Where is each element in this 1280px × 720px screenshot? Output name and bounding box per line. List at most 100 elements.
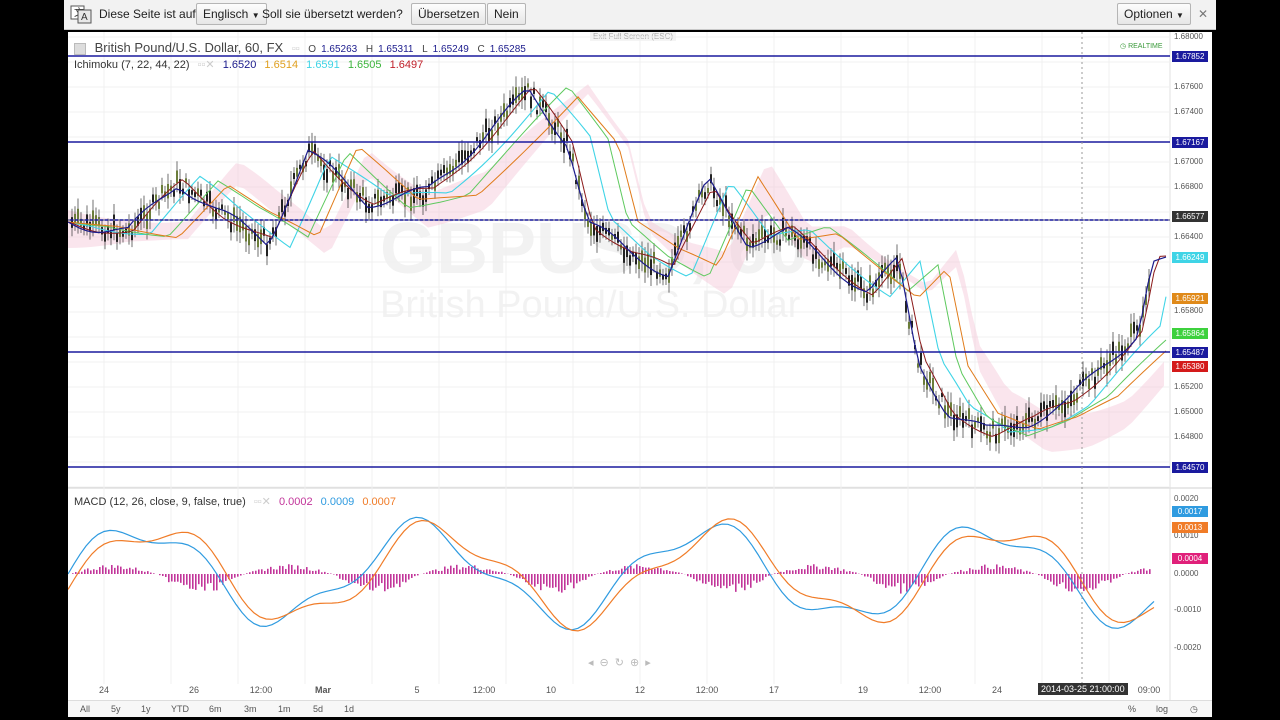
candle-body	[410, 196, 412, 211]
macd-histogram-bar	[1059, 574, 1061, 584]
range-1y-button[interactable]: 1y	[141, 704, 151, 714]
range-ytd-button[interactable]: YTD	[171, 704, 189, 714]
macd-histogram-bar	[981, 565, 983, 574]
macd-histogram-bar	[1110, 574, 1112, 583]
candle-body	[989, 431, 991, 443]
macd-histogram-bar	[882, 574, 884, 585]
time-tick: 26	[188, 685, 200, 695]
level-label[interactable]: 1.64570	[1172, 462, 1208, 473]
candle-body	[485, 118, 487, 133]
options-button[interactable]: Optionen ▼	[1117, 3, 1191, 25]
zoom-out-icon[interactable]: ⊖	[600, 657, 615, 669]
macd-histogram-bar	[504, 573, 506, 574]
macd-histogram-bar	[474, 565, 476, 574]
macd-histogram-bar	[552, 574, 554, 588]
candle-body	[476, 137, 478, 142]
macd-histogram-bar	[726, 574, 728, 589]
reset-icon[interactable]: ↻	[615, 657, 630, 669]
macd-histogram-bar	[1014, 567, 1016, 574]
range-3m-button[interactable]: 3m	[244, 704, 257, 714]
close-icon[interactable]: ✕	[1198, 3, 1208, 25]
macd-histogram-bar	[840, 570, 842, 574]
macd-histogram-bar	[492, 570, 494, 574]
range-1m-button[interactable]: 1m	[278, 704, 291, 714]
macd-histogram-bar	[1098, 574, 1100, 584]
translate-button[interactable]: Übersetzen	[411, 3, 487, 25]
macd-histogram-bar	[144, 571, 146, 574]
candle-body	[353, 179, 355, 188]
ichimoku-label[interactable]: Ichimoku (7, 22, 44, 22)	[74, 59, 190, 71]
level-label[interactable]: 1.67852	[1172, 51, 1208, 62]
macd-label[interactable]: MACD (12, 26, close, 9, false, true)	[74, 496, 246, 508]
percent-toggle[interactable]: %	[1128, 704, 1136, 714]
legend-settings-icon[interactable]: ▫▫	[292, 43, 300, 55]
macd-histogram-bar	[804, 569, 806, 574]
candle-body	[707, 188, 709, 194]
indicator-controls-icon[interactable]: ▫▫✕	[254, 496, 271, 508]
macd-histogram-bar	[693, 574, 695, 579]
range-5y-button[interactable]: 5y	[111, 704, 121, 714]
macd-histogram-bar	[183, 574, 185, 586]
level-label[interactable]: 1.65380	[1172, 361, 1208, 372]
macd-histogram-bar	[870, 574, 872, 578]
macd-histogram-bar	[732, 574, 734, 585]
macd-histogram-bar	[1140, 569, 1142, 574]
macd-value-label: 0.0017	[1172, 506, 1208, 517]
candle-body	[347, 187, 349, 200]
macd-value-3: 0.0007	[362, 496, 397, 508]
chart-title[interactable]: British Pound/U.S. Dollar, 60, FX	[95, 40, 284, 55]
macd-histogram-bar	[141, 570, 143, 574]
range-6m-button[interactable]: 6m	[209, 704, 222, 714]
macd-histogram-bar	[747, 574, 749, 585]
chart-area[interactable]: Exit Full Screen (ESC) GBPUSD, 60 Britis…	[68, 32, 1212, 717]
macd-histogram-bar	[294, 569, 296, 574]
range-1d-button[interactable]: 1d	[344, 704, 354, 714]
macd-histogram-bar	[1029, 571, 1031, 574]
macd-histogram-bar	[120, 566, 122, 574]
price-chart-canvas[interactable]	[68, 32, 1212, 716]
macd-histogram-bar	[486, 569, 488, 574]
ohlc-open: 1.65263	[321, 44, 358, 55]
level-label[interactable]: 1.66577	[1172, 211, 1208, 222]
macd-histogram-bar	[861, 574, 863, 575]
language-select[interactable]: Englisch ▼	[196, 3, 267, 25]
price-tick: 1.67400	[1174, 107, 1203, 116]
macd-histogram-bar	[978, 569, 980, 574]
clock-icon: ◷	[1120, 43, 1127, 50]
macd-histogram-bar	[399, 574, 401, 588]
macd-histogram-bar	[570, 574, 572, 583]
scroll-right-icon[interactable]: ▸	[645, 657, 657, 669]
time-tick: Mar	[314, 685, 332, 695]
candle-body	[776, 240, 778, 245]
macd-histogram-bar	[903, 574, 905, 584]
macd-histogram-bar	[909, 574, 911, 589]
macd-histogram-bar	[618, 570, 620, 574]
level-label[interactable]: 1.65864	[1172, 328, 1208, 339]
log-toggle[interactable]: log	[1156, 704, 1168, 714]
candle-body	[1076, 392, 1078, 403]
candle-body	[266, 244, 268, 257]
candle-body	[158, 201, 160, 209]
clock-icon[interactable]: ◷	[1190, 704, 1198, 715]
range-all-button[interactable]: All	[80, 704, 90, 714]
macd-histogram-bar	[1026, 570, 1028, 574]
candle-body	[383, 195, 385, 202]
macd-histogram-bar	[849, 571, 851, 574]
range-5d-button[interactable]: 5d	[313, 704, 323, 714]
candle-body	[1130, 323, 1132, 338]
level-label[interactable]: 1.65487	[1172, 347, 1208, 358]
macd-histogram-bar	[921, 574, 923, 583]
zoom-in-icon[interactable]: ⊕	[630, 657, 645, 669]
no-button[interactable]: Nein	[487, 3, 526, 25]
level-label[interactable]: 1.65921	[1172, 293, 1208, 304]
level-label[interactable]: 1.67167	[1172, 137, 1208, 148]
macd-histogram-bar	[267, 568, 269, 574]
scroll-left-icon[interactable]: ◂	[588, 657, 600, 669]
macd-histogram-bar	[813, 564, 815, 574]
macd-histogram-bar	[1089, 574, 1091, 588]
candle-body	[1037, 416, 1039, 422]
indicator-controls-icon[interactable]: ▫▫✕	[198, 59, 215, 71]
macd-histogram-bar	[81, 571, 83, 574]
level-label[interactable]: 1.66249	[1172, 252, 1208, 263]
candle-body	[1031, 417, 1033, 422]
